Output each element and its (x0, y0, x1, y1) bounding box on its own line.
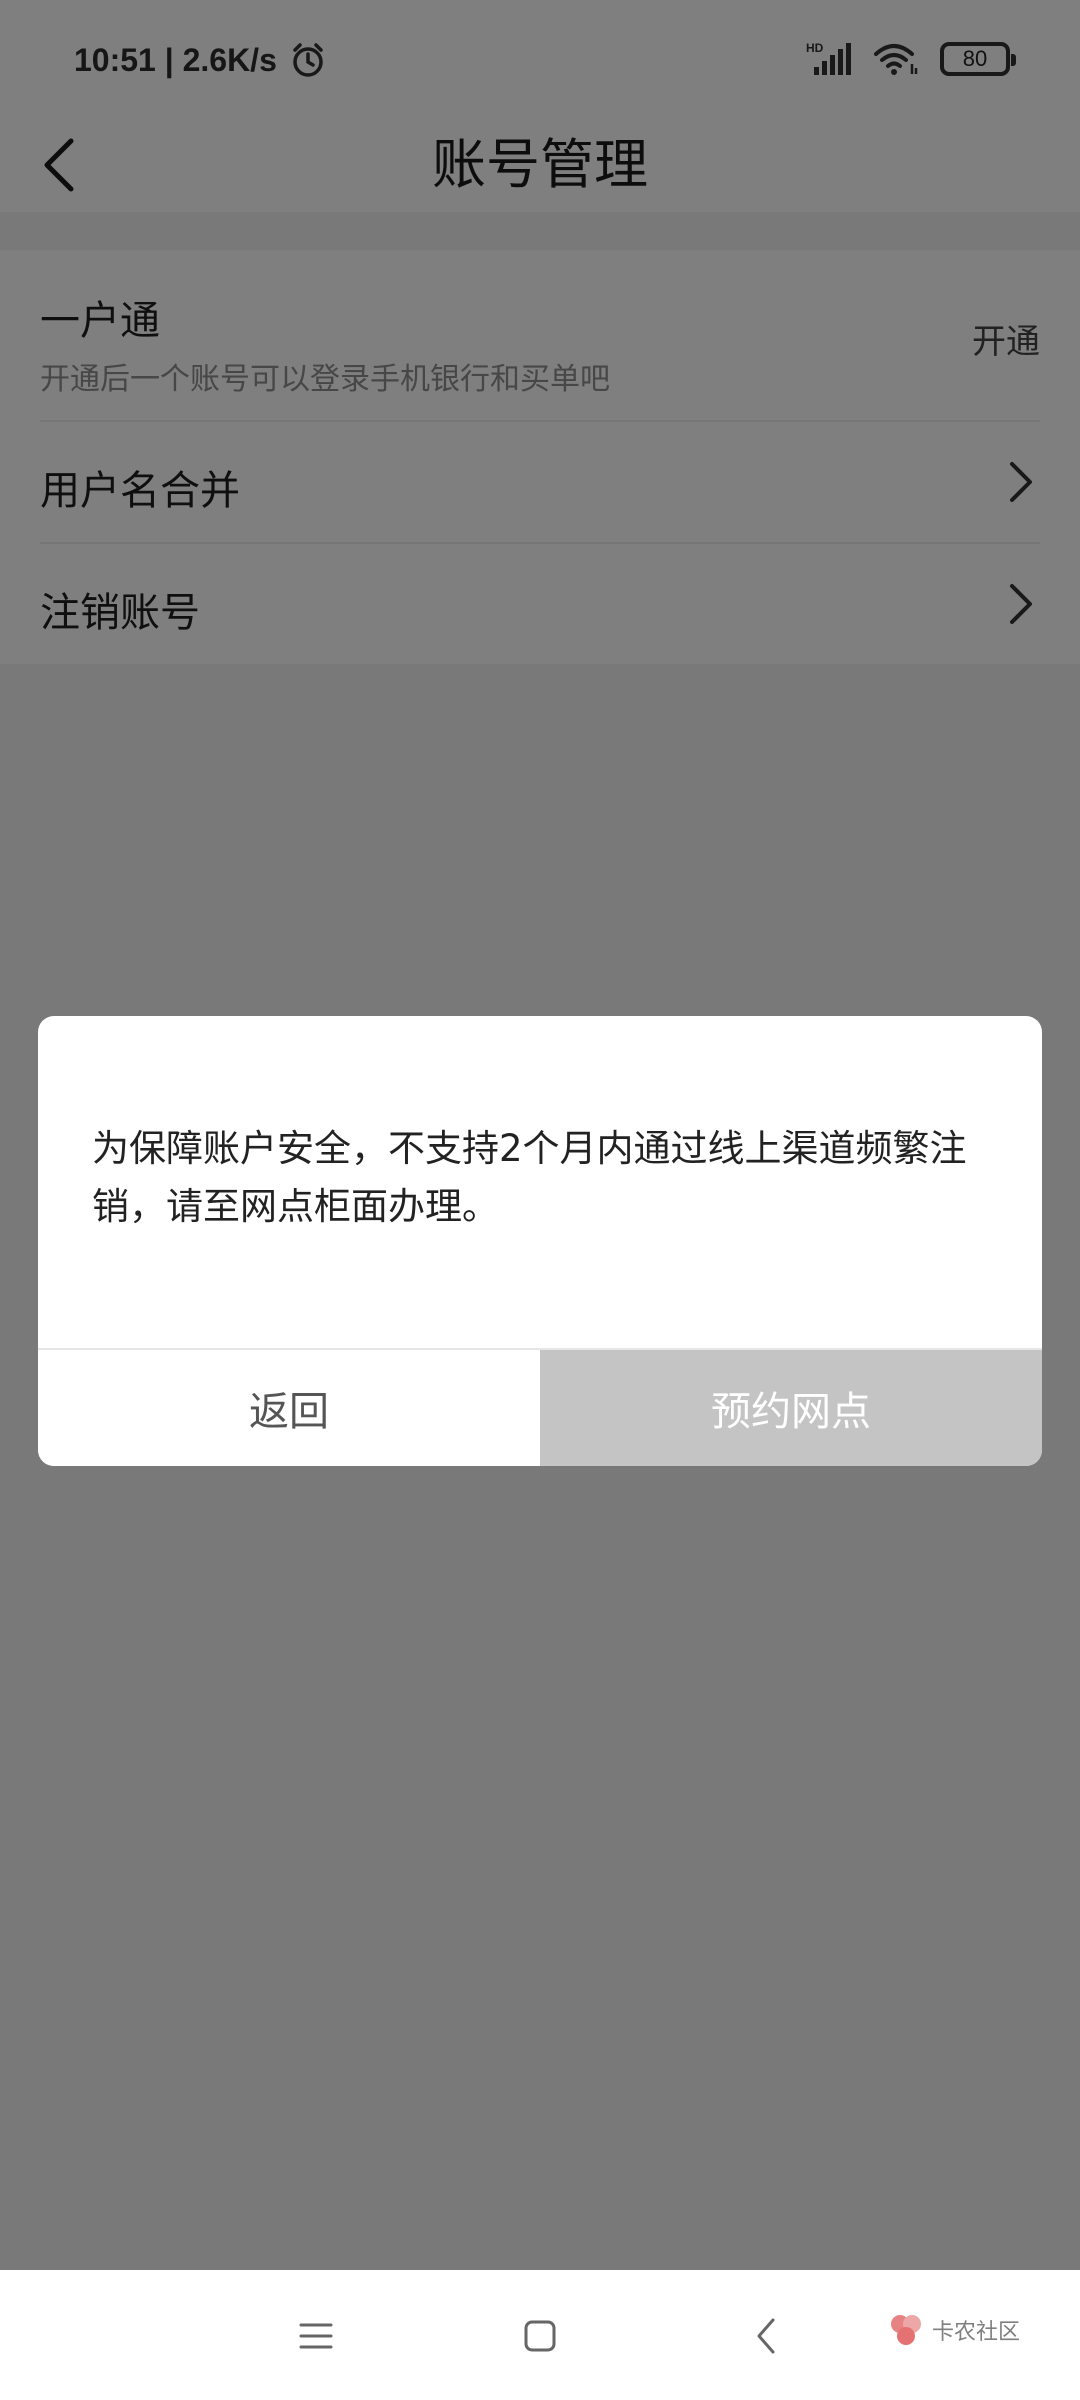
alert-dialog: 为保障账户安全，不支持2个月内通过线上渠道频繁注销，请至网点柜面办理。 返回 预… (38, 1016, 1042, 1466)
dialog-buttons: 返回 预约网点 (38, 1348, 1042, 1466)
menu-button[interactable] (286, 2306, 346, 2366)
system-nav-bar: 卡农社区 (0, 2270, 1080, 2400)
menu-icon (299, 2323, 333, 2349)
watermark-logo-icon (890, 2315, 921, 2345)
watermark: 卡农社区 (886, 2310, 1020, 2350)
home-button[interactable] (510, 2306, 570, 2366)
dialog-message: 为保障账户安全，不支持2个月内通过线上渠道频繁注销，请至网点柜面办理。 (92, 1127, 967, 1228)
system-back-button[interactable] (736, 2306, 796, 2366)
back-triangle-icon (757, 2318, 775, 2354)
return-button[interactable]: 返回 (38, 1350, 540, 1466)
book-branch-button[interactable]: 预约网点 (540, 1350, 1042, 1466)
home-square-icon (524, 2320, 556, 2352)
watermark-text: 卡农社区 (931, 2320, 1020, 2345)
